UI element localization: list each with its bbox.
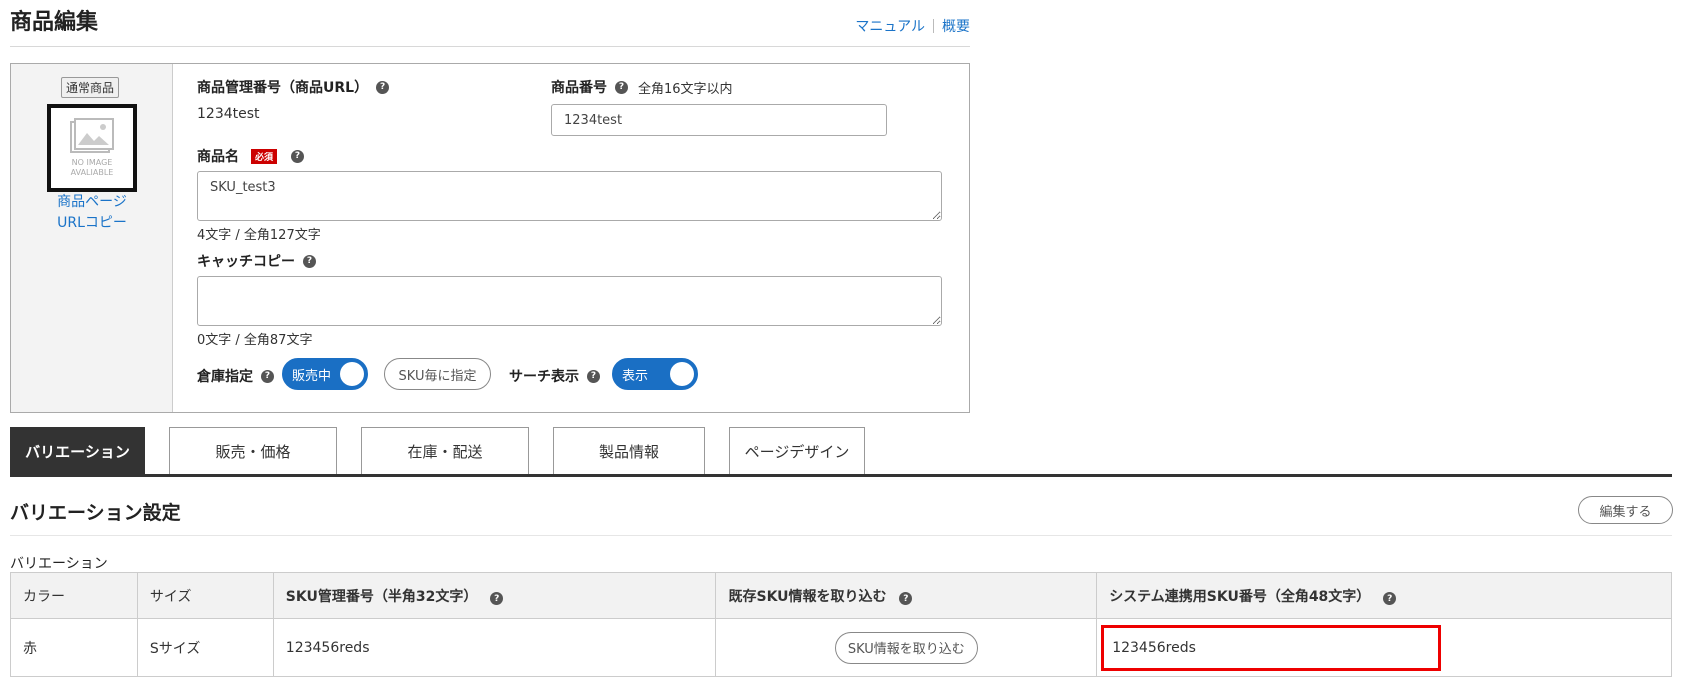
col-system-sku-text: システム連携用SKU番号（全角48文字） xyxy=(1109,588,1371,605)
catch-copy-label-text: キャッチコピー xyxy=(197,254,295,270)
toggle-knob xyxy=(670,362,694,386)
search-display-toggle-label: 表示 xyxy=(622,368,649,384)
catch-copy-label: キャッチコピー ? xyxy=(197,251,316,271)
cell-system-sku: 123456reds xyxy=(1096,618,1672,677)
cell-color: 赤 xyxy=(10,618,138,677)
url-copy-line1: 商品ページ xyxy=(57,194,127,210)
sku-specify-button[interactable]: SKU毎に指定 xyxy=(384,358,491,390)
variation-section-title: バリエーション設定 xyxy=(10,502,181,524)
cell-sku-no[interactable]: 123456reds xyxy=(272,618,717,677)
search-display-label-text: サーチ表示 xyxy=(509,369,579,385)
warehouse-label-text: 倉庫指定 xyxy=(197,369,253,385)
table-header-row: カラー サイズ SKU管理番号（半角32文字） ? 既存SKU情報を取り込む ?… xyxy=(10,572,1672,619)
variation-sub-label: バリエーション xyxy=(10,556,108,572)
question-circle-icon[interactable]: ? xyxy=(587,369,600,383)
required-badge: 必須 xyxy=(251,148,278,164)
product-image-placeholder[interactable]: NO IMAGE AVALIABLE xyxy=(47,104,137,192)
question-circle-icon[interactable]: ? xyxy=(261,369,274,383)
page-title: 商品編集 xyxy=(10,10,99,35)
search-display-toggle[interactable]: 表示 xyxy=(612,358,698,390)
image-placeholder-icon xyxy=(70,118,114,153)
tab-sales-price[interactable]: 販売・価格 xyxy=(169,427,337,475)
mgmt-no-label-text: 商品管理番号（商品URL） xyxy=(197,80,369,96)
variation-table: カラー サイズ SKU管理番号（半角32文字） ? 既存SKU情報を取り込む ?… xyxy=(10,572,1672,677)
question-circle-icon[interactable]: ? xyxy=(899,592,913,605)
question-circle-icon[interactable]: ? xyxy=(376,80,390,94)
table-row: 赤 Sサイズ 123456reds SKU情報を取り込む 123456reds xyxy=(10,618,1672,677)
title-divider xyxy=(10,46,970,47)
toggle-knob xyxy=(340,362,364,386)
mgmt-no-label: 商品管理番号（商品URL） ? xyxy=(197,77,390,97)
tab-bar: バリエーション 販売・価格 在庫・配送 製品情報 ページデザイン xyxy=(10,427,889,475)
product-info-panel: 通常商品 NO IMAGE AVALIABLE 商品ページ URLコピー 商品管… xyxy=(10,63,970,413)
warehouse-label: 倉庫指定 ? xyxy=(197,366,274,386)
tab-variation[interactable]: バリエーション xyxy=(10,427,145,475)
question-circle-icon[interactable]: ? xyxy=(615,80,628,94)
url-copy-line2: URLコピー xyxy=(57,215,127,231)
product-name-input[interactable]: SKU_test3 xyxy=(197,171,942,221)
question-circle-icon[interactable]: ? xyxy=(291,149,305,163)
question-circle-icon[interactable]: ? xyxy=(490,592,504,605)
system-sku-highlight[interactable]: 123456reds xyxy=(1101,624,1442,671)
product-name-label: 商品名 必須 ? xyxy=(197,146,305,166)
product-type-badge: 通常商品 xyxy=(61,77,120,98)
link-separator xyxy=(933,19,934,33)
tab-page-design[interactable]: ページデザイン xyxy=(729,427,865,475)
top-links: マニュアル 概要 xyxy=(855,16,970,36)
warehouse-toggle[interactable]: 販売中 xyxy=(282,358,368,390)
tab-underline xyxy=(10,474,1672,477)
cell-import: SKU情報を取り込む xyxy=(715,618,1098,677)
col-import-sku: 既存SKU情報を取り込む ? xyxy=(715,572,1098,619)
system-sku-value: 123456reds xyxy=(1112,639,1196,656)
import-sku-button[interactable]: SKU情報を取り込む xyxy=(834,631,978,664)
section-divider xyxy=(10,535,1672,536)
question-circle-icon[interactable]: ? xyxy=(303,254,316,268)
tab-stock-shipping[interactable]: 在庫・配送 xyxy=(361,427,529,475)
col-sku-no: SKU管理番号（半角32文字） ? xyxy=(272,572,717,619)
item-no-label: 商品番号 ? 全角16文字以内 xyxy=(551,77,733,97)
overview-link[interactable]: 概要 xyxy=(942,16,970,36)
product-page-url-copy-link[interactable]: 商品ページ URLコピー xyxy=(11,192,173,234)
item-no-label-text: 商品番号 xyxy=(551,80,607,96)
col-import-sku-text: 既存SKU情報を取り込む xyxy=(728,588,887,605)
item-no-input[interactable] xyxy=(551,104,887,136)
tab-product-info[interactable]: 製品情報 xyxy=(553,427,705,475)
edit-button[interactable]: 編集する xyxy=(1578,496,1673,524)
mgmt-no-value: 1234test xyxy=(197,106,260,122)
catch-copy-input[interactable] xyxy=(197,276,942,326)
item-no-hint: 全角16文字以内 xyxy=(638,81,733,97)
thumbnail-column: 通常商品 NO IMAGE AVALIABLE 商品ページ URLコピー xyxy=(11,64,173,412)
product-name-counter: 4文字 / 全角127文字 xyxy=(197,228,321,243)
col-sku-no-text: SKU管理番号（半角32文字） xyxy=(285,588,478,605)
noimage-text: NO IMAGE AVALIABLE xyxy=(70,158,114,177)
question-circle-icon[interactable]: ? xyxy=(1383,592,1397,605)
col-system-sku: システム連携用SKU番号（全角48文字） ? xyxy=(1096,572,1672,619)
col-size: サイズ xyxy=(136,572,274,619)
col-color: カラー xyxy=(10,572,138,619)
catch-copy-counter: 0文字 / 全角87文字 xyxy=(197,333,313,348)
manual-link[interactable]: マニュアル xyxy=(855,16,925,36)
product-name-label-text: 商品名 xyxy=(197,149,239,165)
warehouse-toggle-label: 販売中 xyxy=(292,368,332,384)
search-display-label: サーチ表示 ? xyxy=(509,366,600,386)
cell-size: Sサイズ xyxy=(136,618,274,677)
